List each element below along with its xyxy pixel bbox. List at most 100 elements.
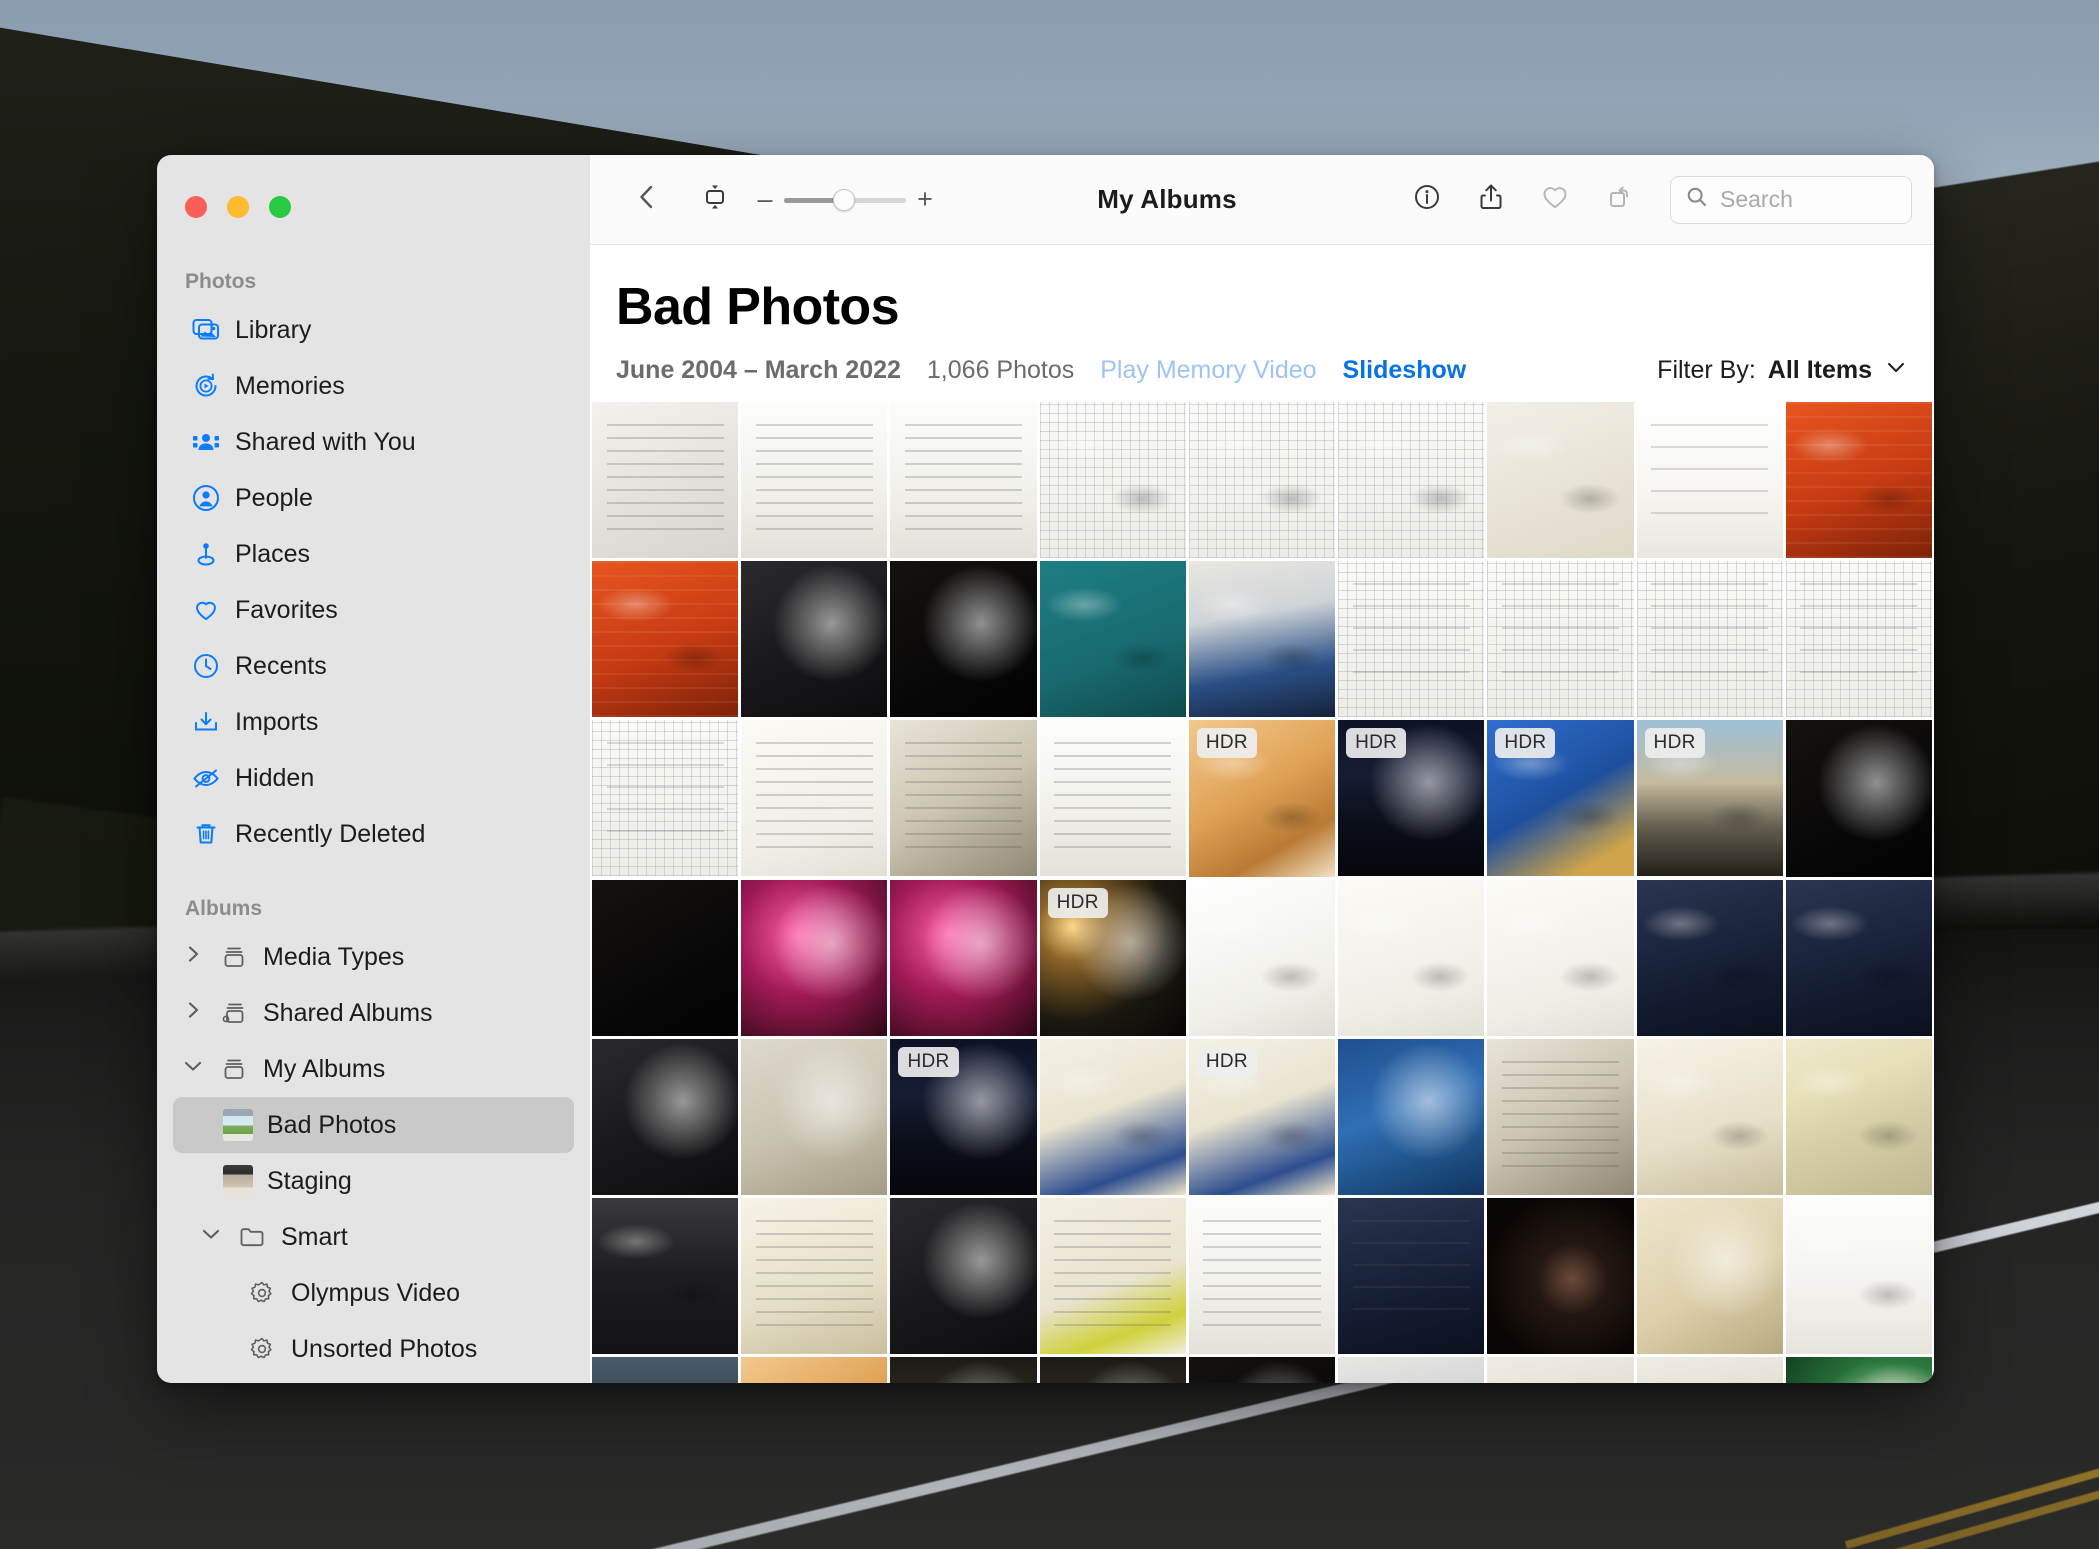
sidebar-item-my-albums[interactable]: My Albums [173, 1041, 574, 1097]
photo-thumbnail[interactable]: HDR [1487, 720, 1634, 877]
photo-thumbnail[interactable] [1338, 1038, 1485, 1195]
sidebar-item-recents[interactable]: Recents [173, 638, 574, 694]
sidebar-item-media-types[interactable]: Media Types [173, 929, 574, 985]
photo-thumbnail[interactable] [1636, 879, 1783, 1036]
photo-thumbnail[interactable] [1338, 1357, 1485, 1383]
photo-thumbnail[interactable] [1636, 1197, 1783, 1354]
sidebar-item-imports[interactable]: Imports [173, 694, 574, 750]
sidebar-item-olympus-video[interactable]: Olympus Video [173, 1265, 574, 1321]
close-button[interactable] [185, 196, 207, 218]
photo-thumbnail[interactable] [741, 720, 888, 877]
photo-thumbnail[interactable] [1039, 561, 1186, 718]
photo-thumbnail[interactable] [1785, 1357, 1932, 1383]
photo-thumbnail[interactable] [741, 879, 888, 1036]
info-button[interactable] [1400, 173, 1454, 227]
back-button[interactable] [620, 173, 674, 227]
sidebar-item-shared-albums[interactable]: Shared Albums [173, 985, 574, 1041]
photo-thumbnail[interactable] [1338, 402, 1485, 559]
minimize-button[interactable] [227, 196, 249, 218]
photo-thumbnail[interactable] [1487, 879, 1634, 1036]
photo-thumbnail[interactable] [741, 561, 888, 718]
photo-thumbnail[interactable] [592, 1038, 739, 1195]
photo-thumbnail[interactable]: HDR [1338, 720, 1485, 877]
photo-thumbnail[interactable] [890, 1357, 1037, 1383]
photo-thumbnail[interactable]: HDR [890, 1038, 1037, 1195]
photo-thumbnail[interactable] [1338, 561, 1485, 718]
chevron-right-icon[interactable] [181, 942, 205, 973]
photo-thumbnail[interactable] [592, 879, 739, 1036]
photo-thumbnail[interactable] [1487, 402, 1634, 559]
photo-thumbnail[interactable] [1039, 402, 1186, 559]
photo-thumbnail[interactable] [592, 720, 739, 877]
sidebar-item-bad-photos[interactable]: Bad Photos [173, 1097, 574, 1153]
photo-thumbnail[interactable] [890, 1197, 1037, 1354]
photo-thumbnail[interactable] [592, 402, 739, 559]
photo-thumbnail[interactable] [1039, 1357, 1186, 1383]
photo-thumbnail[interactable] [1785, 879, 1932, 1036]
search-field[interactable] [1670, 175, 1912, 224]
photo-thumbnail[interactable] [1636, 561, 1783, 718]
sidebar-item-smart[interactable]: Smart [173, 1209, 574, 1265]
photo-thumbnail[interactable] [592, 1357, 739, 1383]
photo-thumbnail[interactable] [1188, 561, 1336, 718]
sidebar-item-memories[interactable]: Memories [173, 358, 574, 414]
photo-thumbnail[interactable] [592, 1197, 739, 1354]
photo-thumbnail[interactable] [1487, 1197, 1634, 1354]
photo-thumbnail[interactable] [1188, 402, 1336, 559]
photo-thumbnail[interactable] [890, 720, 1037, 877]
filter-by-dropdown[interactable]: Filter By: All Items [1657, 355, 1908, 386]
photo-thumbnail[interactable] [1188, 879, 1336, 1036]
chevron-down-icon[interactable] [181, 1054, 205, 1085]
photo-thumbnail[interactable] [741, 1197, 888, 1354]
zoom-slider[interactable] [784, 188, 906, 211]
photo-thumbnail[interactable] [1785, 720, 1932, 877]
chevron-down-icon[interactable] [199, 1222, 223, 1253]
sidebar-item-library[interactable]: Library [173, 302, 574, 358]
sidebar-item-people[interactable]: People [173, 470, 574, 526]
photo-thumbnail[interactable] [741, 1357, 888, 1383]
sidebar-item-favorites[interactable]: Favorites [173, 582, 574, 638]
photo-thumbnail[interactable] [1487, 1357, 1634, 1383]
photo-thumbnail[interactable] [1039, 720, 1186, 877]
slideshow-button[interactable]: Slideshow [1343, 356, 1467, 385]
photo-thumbnail[interactable] [1785, 402, 1932, 559]
sidebar-item-unsorted-photos[interactable]: Unsorted Photos [173, 1321, 574, 1377]
photo-thumbnail[interactable]: HDR [1636, 720, 1783, 877]
chevron-right-icon[interactable] [181, 998, 205, 1029]
zoom-button[interactable] [269, 196, 291, 218]
aspect-ratio-button[interactable] [688, 173, 742, 227]
search-input[interactable] [1720, 186, 1897, 213]
photo-thumbnail[interactable] [741, 1038, 888, 1195]
rotate-button[interactable] [1592, 173, 1646, 227]
photo-thumbnail[interactable] [1487, 1038, 1634, 1195]
photo-thumbnail[interactable] [1188, 1357, 1336, 1383]
photo-thumbnail[interactable] [1636, 1357, 1783, 1383]
sidebar-item-hidden[interactable]: Hidden [173, 750, 574, 806]
zoom-in-button[interactable]: + [916, 186, 934, 213]
zoom-out-button[interactable]: – [756, 186, 774, 213]
photo-thumbnail[interactable] [1636, 402, 1783, 559]
photo-thumbnail[interactable] [1188, 1197, 1336, 1355]
photo-thumbnail[interactable]: HDR [1188, 720, 1336, 877]
photo-thumbnail[interactable] [741, 402, 888, 559]
play-memory-video-button[interactable]: Play Memory Video [1100, 356, 1316, 385]
favorite-button[interactable] [1528, 173, 1582, 227]
photo-thumbnail[interactable] [1785, 1197, 1932, 1355]
photo-thumbnail[interactable]: HDR [1188, 1038, 1336, 1195]
photo-thumbnail[interactable] [890, 402, 1037, 559]
photo-thumbnail[interactable] [1039, 1038, 1186, 1195]
sidebar-item-places[interactable]: Places [173, 526, 574, 582]
photo-thumbnail[interactable] [1338, 1197, 1485, 1354]
photo-thumbnail[interactable]: HDR [1039, 879, 1186, 1036]
sidebar-item-recently-deleted[interactable]: Recently Deleted [173, 806, 574, 862]
photo-thumbnail[interactable] [1785, 1038, 1932, 1195]
photo-thumbnail[interactable] [1785, 561, 1932, 718]
zoom-slider-knob[interactable] [832, 188, 855, 211]
photo-thumbnail[interactable] [890, 561, 1037, 718]
sidebar-item-shared-with-you[interactable]: Shared with You [173, 414, 574, 470]
photo-thumbnail[interactable] [890, 879, 1037, 1036]
photo-thumbnail[interactable] [1039, 1197, 1186, 1354]
photo-thumbnail[interactable] [1636, 1038, 1783, 1195]
photo-thumbnail[interactable] [1338, 879, 1485, 1036]
photo-thumbnail[interactable] [592, 561, 739, 718]
